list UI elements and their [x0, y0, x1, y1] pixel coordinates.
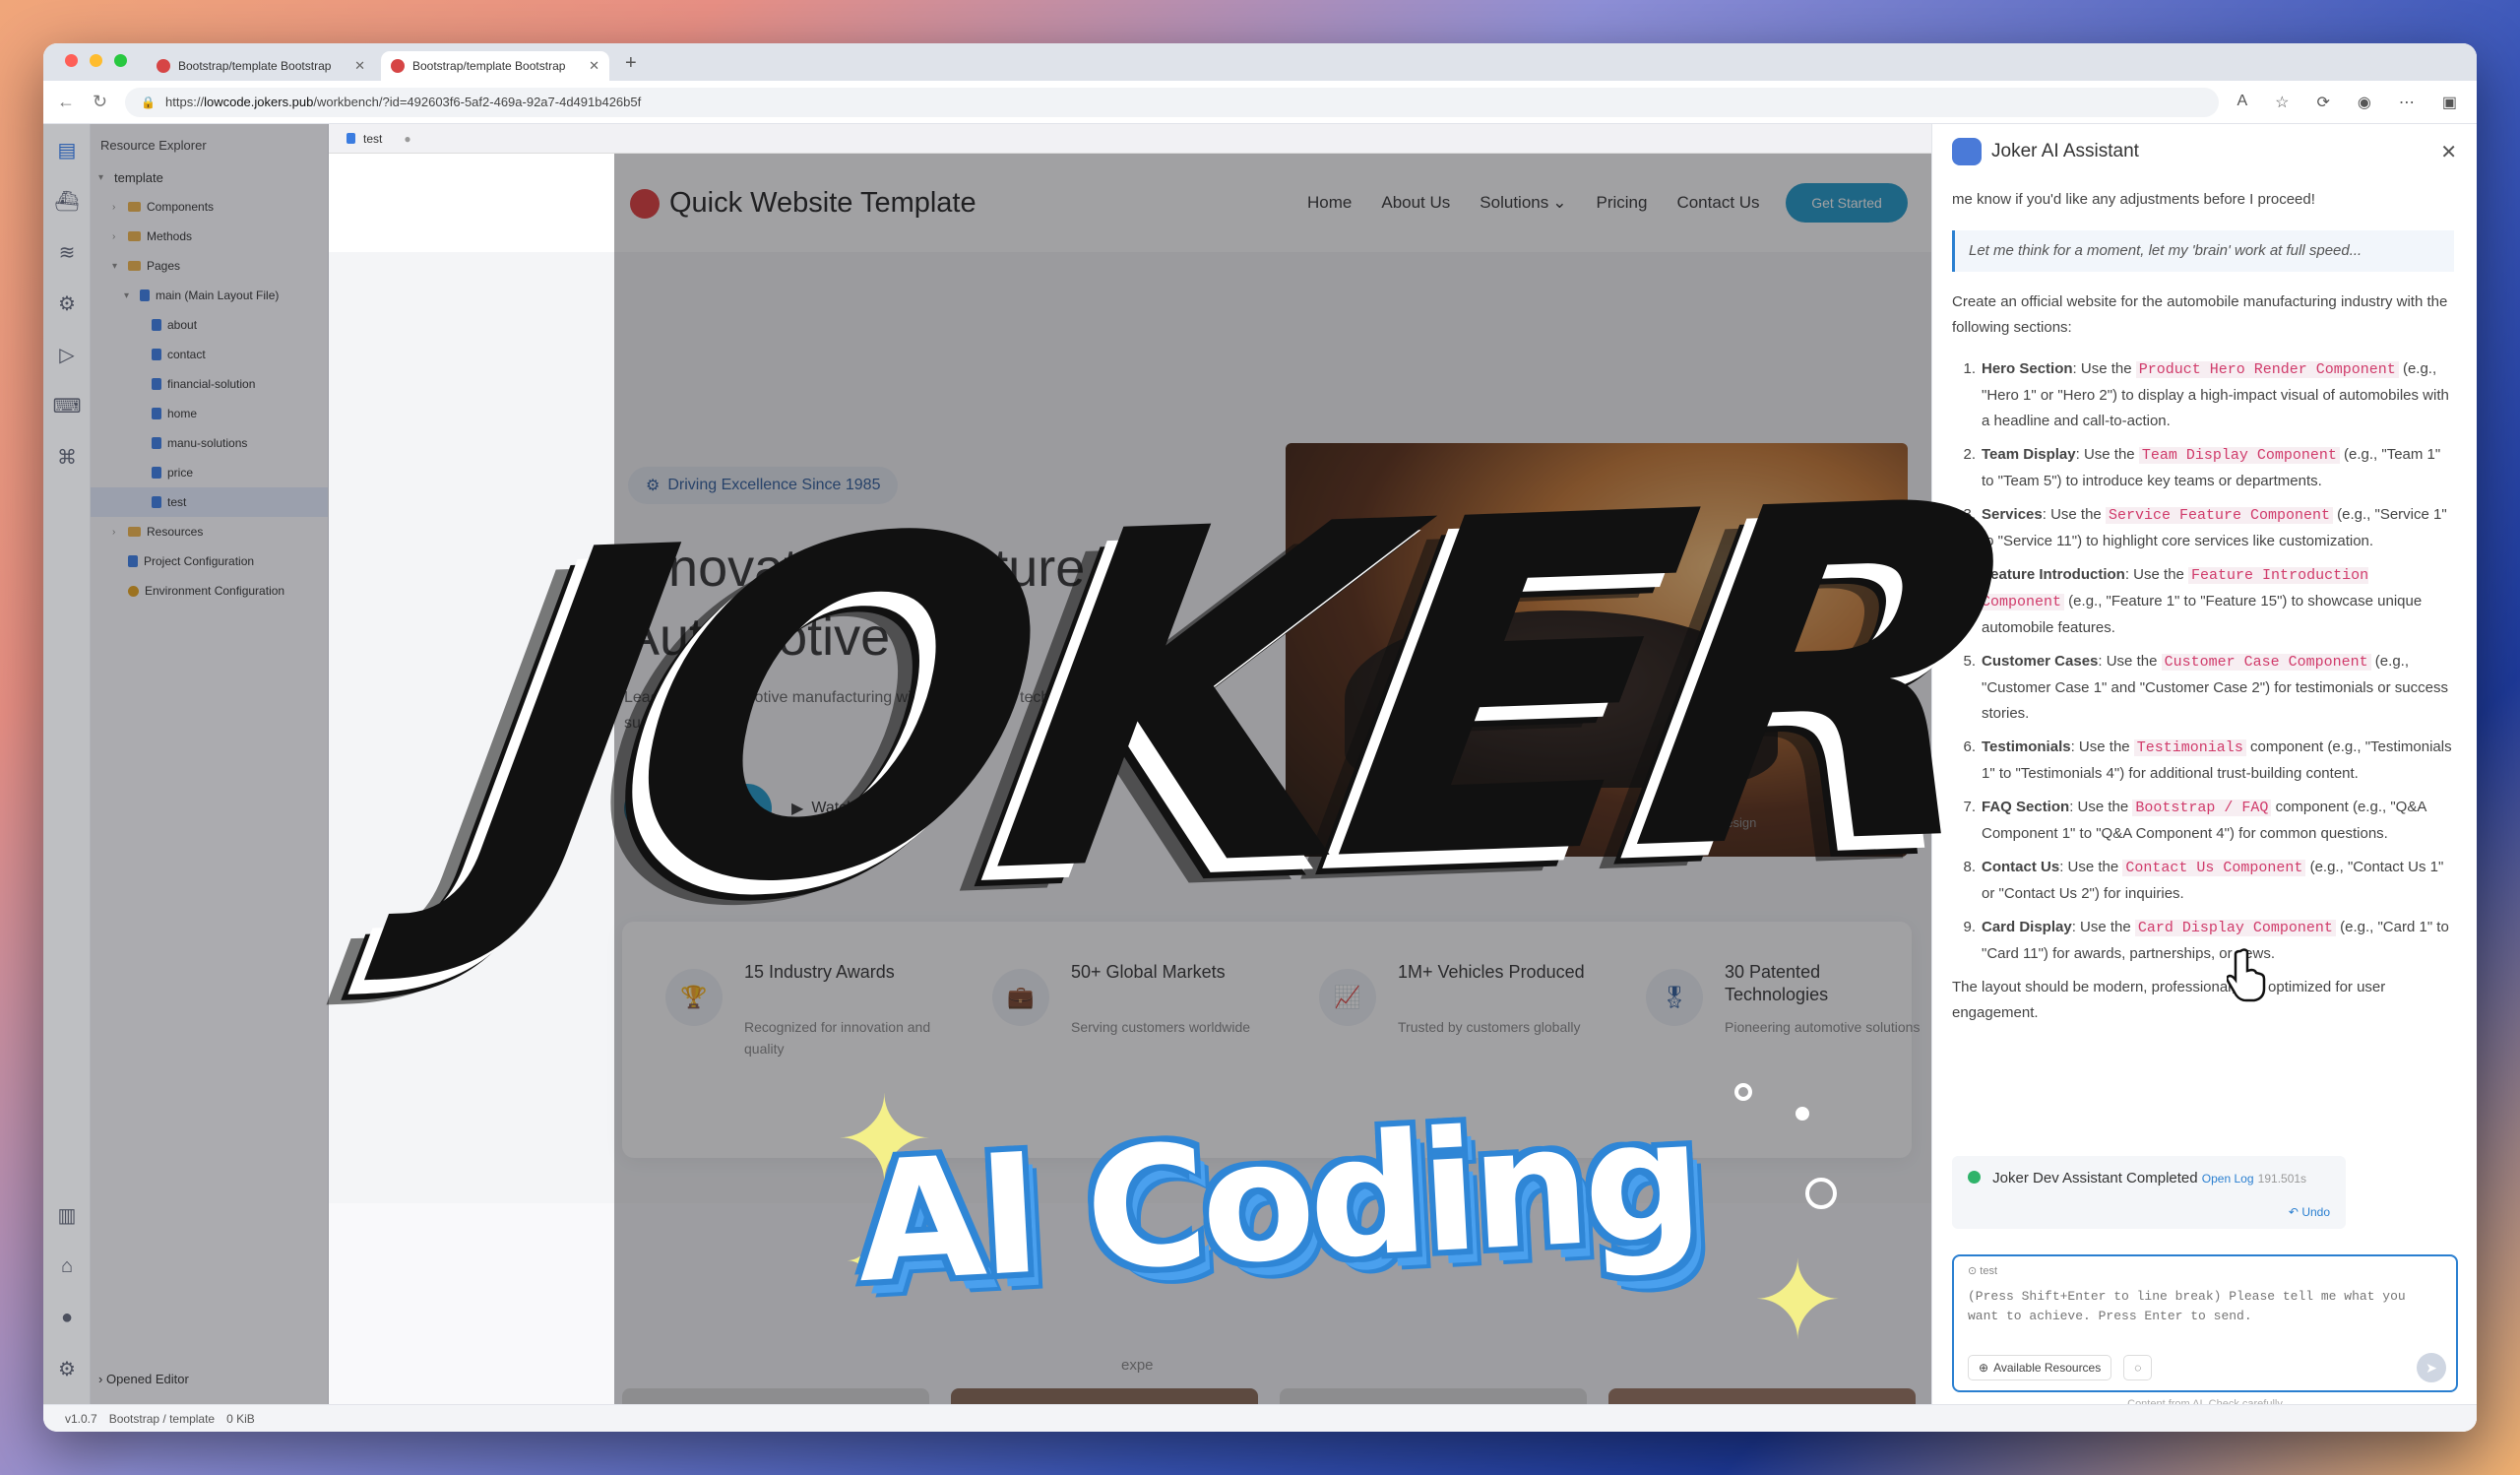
editor-tab-test[interactable]: test: [363, 132, 382, 146]
sparkle-icon: ✦: [1752, 1241, 1844, 1362]
window-controls: [43, 54, 147, 81]
address-bar: ← ↻ 🔒 https://lowcode.jokers.pub/workben…: [43, 81, 2477, 124]
close-tab-icon[interactable]: ✕: [589, 58, 599, 74]
list-pre: : Use the: [2072, 360, 2136, 377]
read-aloud-icon[interactable]: A: [2236, 93, 2247, 112]
resources-icon: ⊕: [1979, 1361, 1989, 1375]
context-tag[interactable]: ⊙ test: [1968, 1264, 2442, 1277]
lock-icon: 🔒: [141, 95, 157, 109]
completion-card: Joker Dev Assistant Completed Open Log 1…: [1952, 1156, 2346, 1229]
close-tab-icon[interactable]: ✕: [354, 58, 365, 74]
chat-input[interactable]: [1968, 1287, 2442, 1342]
hand-cursor-icon: [2227, 948, 2266, 1002]
available-resources-button[interactable]: ⊕ Available Resources: [1968, 1355, 2112, 1380]
tab-bar: Bootstrap/template Bootstrap ✕ Bootstrap…: [43, 43, 2477, 81]
extension-icon[interactable]: ◉: [2358, 93, 2371, 112]
more-menu-icon[interactable]: ⋯: [2399, 93, 2415, 112]
undo-button[interactable]: ↶ Undo: [2289, 1205, 2330, 1219]
minimize-window-button[interactable]: [90, 54, 102, 67]
project-path: Bootstrap / template: [108, 1411, 216, 1426]
ai-thinking: Let me think for a moment, let my 'brain…: [1952, 230, 2454, 272]
list-heading: Hero Section: [1982, 360, 2073, 377]
tab-label: Bootstrap/template Bootstrap: [412, 59, 566, 73]
open-log-link[interactable]: Open Log: [2202, 1172, 2254, 1186]
reload-icon[interactable]: ↻: [93, 92, 107, 112]
duration-text: 191.501s: [2257, 1172, 2307, 1186]
component-code: Product Hero Render Component: [2135, 361, 2399, 378]
rail-dim-overlay: [43, 124, 91, 1404]
robot-icon: [1952, 138, 1982, 165]
sidebar-toggle-icon[interactable]: ▣: [2442, 93, 2457, 112]
version-text: v1.0.7: [65, 1411, 97, 1426]
editor-tabs: test ●: [329, 124, 1931, 154]
browser-tab-1[interactable]: Bootstrap/template Bootstrap ✕: [147, 51, 375, 81]
decor-dot: [1734, 1083, 1752, 1101]
url-field[interactable]: 🔒 https://lowcode.jokers.pub/workbench/?…: [125, 87, 2220, 117]
favorite-star-icon[interactable]: ☆: [2275, 93, 2289, 112]
tab-close-icon[interactable]: ●: [404, 132, 410, 146]
ai-intro: Create an official website for the autom…: [1952, 293, 2448, 336]
browser-tab-2[interactable]: Bootstrap/template Bootstrap ✕: [381, 51, 609, 81]
component-code: Card Display Component: [2134, 920, 2336, 936]
decor-dot: [1796, 1107, 1809, 1121]
component-code: Bootstrap / FAQ: [2132, 800, 2272, 816]
status-bar: v1.0.7 Bootstrap / template 0 KiB: [43, 1404, 2477, 1432]
close-icon[interactable]: ✕: [2440, 140, 2457, 164]
back-icon[interactable]: ←: [57, 92, 75, 112]
new-tab-button[interactable]: +: [615, 52, 647, 81]
joker-title-overlay: JOKER: [438, 403, 2043, 994]
chat-input-box: ⊙ test ⊕ Available Resources ◌ ➤: [1952, 1254, 2458, 1392]
browser-toolbar: A ☆ ⟳ ◉ ⋯ ▣: [2236, 93, 2463, 112]
decor-ring: [1805, 1178, 1837, 1209]
maximize-window-button[interactable]: [114, 54, 127, 67]
ai-coding-overlay: AI Coding: [851, 1082, 1701, 1320]
ai-title: Joker AI Assistant: [1991, 141, 2139, 161]
joker-favicon-icon: [157, 59, 170, 73]
chat-bubble-icon: ◌: [2134, 1361, 2142, 1375]
available-resources-label: Available Resources: [1993, 1361, 2102, 1375]
send-button[interactable]: ➤: [2417, 1353, 2446, 1382]
component-code: Testimonials: [2133, 739, 2246, 756]
component-code: Customer Case Component: [2161, 654, 2371, 671]
chat-history-button[interactable]: ◌: [2123, 1355, 2153, 1380]
url-text: https://lowcode.jokers.pub/workbench/?id…: [165, 95, 642, 109]
joker-favicon-icon: [391, 59, 405, 73]
tab-label: Bootstrap/template Bootstrap: [178, 59, 332, 73]
ai-outro: The layout should be modern, professiona…: [1952, 979, 2386, 1021]
close-window-button[interactable]: [65, 54, 78, 67]
ai-message-line: me know if you'd like any adjustments be…: [1952, 191, 2315, 208]
completed-text: Joker Dev Assistant Completed: [1992, 1170, 2198, 1186]
file-icon: [346, 133, 355, 144]
ai-header: Joker AI Assistant ✕: [1932, 124, 2477, 179]
explorer-dim-overlay: [91, 124, 329, 1404]
input-footer: ⊕ Available Resources ◌: [1968, 1355, 2153, 1380]
check-circle-icon: [1968, 1171, 1981, 1184]
size-text: 0 KiB: [226, 1411, 255, 1426]
refresh-extension-icon[interactable]: ⟳: [2317, 93, 2330, 112]
component-code: Contact Us Component: [2122, 860, 2306, 876]
